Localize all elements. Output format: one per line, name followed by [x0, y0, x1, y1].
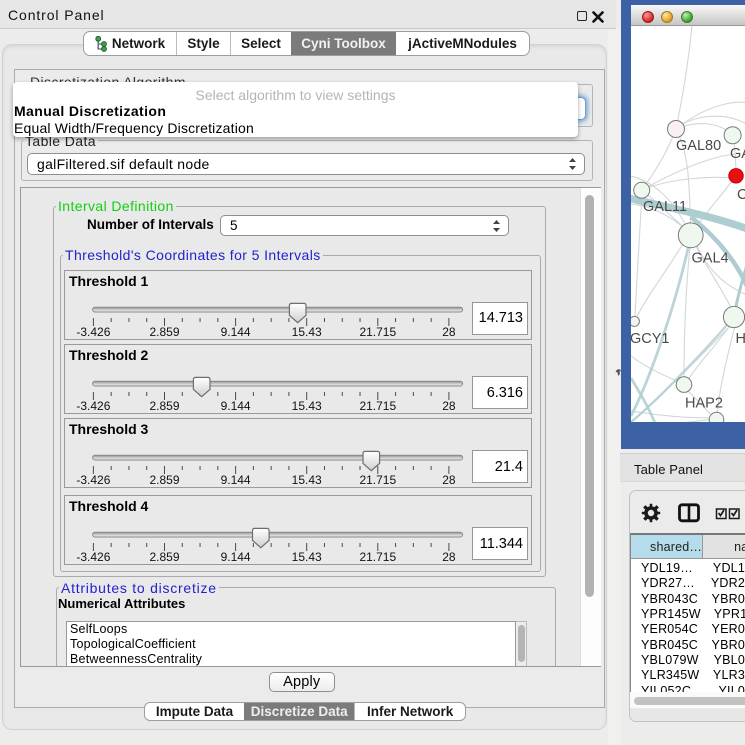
svg-text:GAL4: GAL4: [692, 251, 729, 267]
svg-text:GA: GA: [730, 146, 745, 162]
svg-text:15.43: 15.43: [292, 399, 322, 413]
svg-text:9.144: 9.144: [221, 325, 251, 339]
svg-text:GAL80: GAL80: [676, 138, 721, 154]
svg-text:9.144: 9.144: [221, 473, 251, 487]
svg-text:HAP2: HAP2: [685, 396, 723, 412]
svg-text:21.715: 21.715: [359, 473, 396, 487]
svg-text:15.43: 15.43: [292, 550, 322, 564]
svg-text:15.43: 15.43: [292, 325, 322, 339]
svg-text:2.859: 2.859: [149, 473, 179, 487]
svg-text:28: 28: [442, 325, 456, 339]
svg-text:-3.426: -3.426: [76, 325, 110, 339]
svg-text:-3.426: -3.426: [76, 473, 110, 487]
svg-text:28: 28: [442, 399, 456, 413]
svg-text:21.715: 21.715: [359, 399, 396, 413]
svg-text:15.43: 15.43: [292, 473, 322, 487]
svg-text:2.859: 2.859: [149, 399, 179, 413]
svg-text:21.715: 21.715: [359, 325, 396, 339]
svg-text:9.144: 9.144: [221, 550, 251, 564]
svg-text:28: 28: [442, 550, 456, 564]
svg-text:9.144: 9.144: [221, 399, 251, 413]
svg-text:CY: CY: [737, 187, 745, 203]
svg-text:2.859: 2.859: [149, 325, 179, 339]
svg-text:-3.426: -3.426: [76, 550, 110, 564]
svg-text:21.715: 21.715: [359, 550, 396, 564]
svg-text:GAL11: GAL11: [643, 199, 687, 215]
svg-text:2.859: 2.859: [149, 550, 179, 564]
svg-text:28: 28: [442, 473, 456, 487]
svg-text:-3.426: -3.426: [76, 399, 110, 413]
svg-text:GCY1: GCY1: [631, 331, 670, 347]
svg-text:H: H: [736, 331, 745, 347]
